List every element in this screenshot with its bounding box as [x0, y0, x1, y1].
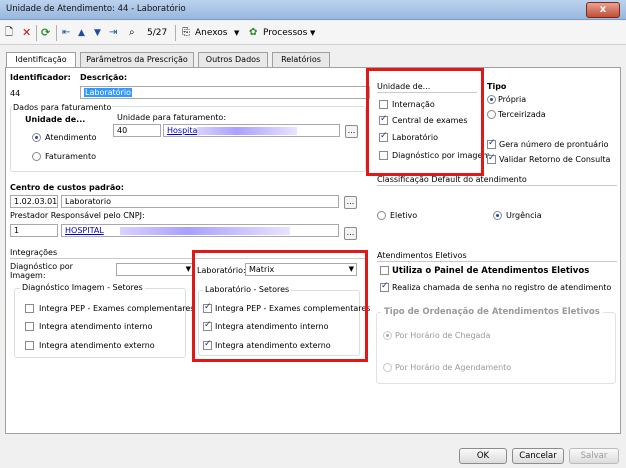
faturamento-radio-label: Faturamento — [45, 152, 96, 161]
refresh-icon[interactable]: ⟳ — [41, 25, 50, 41]
delete-icon[interactable]: ✕ — [22, 25, 31, 41]
diag-externo-label: Integra atendimento externo — [39, 341, 155, 350]
atendimento-radio[interactable] — [32, 133, 41, 142]
por-agendamento-label: Por Horário de Agendamento — [395, 363, 512, 372]
toolbar-separator — [175, 25, 176, 41]
centro-custos-code[interactable]: 1.02.03.01 — [10, 195, 58, 208]
close-button[interactable]: x — [586, 2, 620, 18]
title-bar: Unidade de Atendimento: 44 - Laboratório… — [0, 0, 626, 20]
eletivo-label: Eletivo — [390, 211, 418, 220]
centro-custos-lookup-button[interactable]: ... — [344, 196, 357, 209]
window-title: Unidade de Atendimento: 44 - Laboratório — [6, 4, 186, 14]
diag-pep-label: Integra PEP - Exames complementares — [39, 304, 195, 313]
unidade-faturamento-lookup-button[interactable]: ... — [345, 125, 358, 138]
descricao-input[interactable]: Laboratório — [80, 86, 370, 99]
centro-custos-name[interactable]: Laboratorio — [61, 195, 339, 208]
diagnostico-imagem-combo[interactable]: ▼ — [116, 263, 194, 276]
diag-pep-checkbox[interactable] — [25, 304, 34, 313]
next-record-icon[interactable]: ▼ — [94, 25, 101, 41]
por-agendamento-radio[interactable] — [383, 363, 392, 372]
prestador-lookup-button[interactable]: ... — [344, 227, 357, 240]
unidade-faturamento-code[interactable]: 40 — [113, 124, 161, 137]
descricao-value: Laboratório — [84, 88, 132, 97]
integracoes-title: Integrações — [10, 248, 58, 257]
faturamento-section-label: Dados para faturamento — [12, 103, 113, 112]
atendimento-radio-label: Atendimento — [45, 133, 97, 142]
cancelar-button[interactable]: Cancelar — [512, 448, 564, 464]
propria-radio[interactable] — [487, 95, 496, 104]
anexos-menu[interactable]: Anexos — [195, 25, 227, 41]
terceirizada-radio[interactable] — [487, 110, 496, 119]
processos-gear-icon: ✿ — [249, 27, 258, 38]
new-document-icon[interactable]: 🗋 — [5, 25, 13, 41]
processos-dropdown-icon[interactable]: ▼ — [310, 25, 315, 41]
eletivos-title: Atendimentos Eletivos — [377, 251, 467, 260]
toolbar: 🗋 ✕ ⟳ ⇤ ▲ ▼ ⇥ ⌕ 5/27 ⎘ Anexos ▼ ✿ Proces… — [0, 21, 626, 45]
redacted-text — [120, 227, 290, 235]
diagnostico-imagem-integracao-label: Diagnóstico por Imagem: — [10, 262, 73, 280]
last-record-icon[interactable]: ⇥ — [109, 25, 117, 41]
gera-prontuario-checkbox[interactable] — [487, 138, 496, 149]
highlight-box-laboratorio — [192, 250, 368, 362]
faturamento-radio[interactable] — [32, 152, 41, 161]
utiliza-painel-checkbox[interactable] — [380, 266, 389, 275]
classificacao-title: Classificação Default do atendimento — [377, 175, 527, 184]
toolbar-separator — [36, 25, 37, 41]
first-record-icon[interactable]: ⇤ — [62, 25, 70, 41]
gera-prontuario-label: Gera número de prontuário — [499, 140, 609, 149]
previous-record-icon[interactable]: ▲ — [78, 25, 85, 41]
identificador-label: Identificador: — [10, 73, 71, 82]
ok-button[interactable]: OK — [459, 448, 507, 464]
ordenacao-title: Tipo de Ordenação de Atendimentos Eletiv… — [381, 307, 603, 317]
urgencia-radio[interactable] — [493, 211, 502, 220]
paperclip-icon: ⎘ — [182, 27, 190, 38]
salvar-button[interactable]: Salvar — [569, 448, 619, 464]
search-binoculars-icon[interactable]: ⌕ — [129, 25, 135, 41]
prestador-code[interactable]: 1 — [10, 224, 58, 237]
realiza-senha-checkbox[interactable] — [380, 281, 389, 292]
por-chegada-radio[interactable] — [383, 331, 392, 340]
realiza-senha-label: Realiza chamada de senha no registro de … — [392, 283, 612, 292]
diagnostico-setores-title: Diagnóstico Imagem - Setores — [20, 283, 145, 292]
tab-relatorios[interactable]: Relatórios — [272, 52, 330, 67]
redacted-text — [197, 127, 297, 135]
validar-retorno-label: Validar Retorno de Consulta — [499, 155, 611, 164]
chevron-down-icon: ▼ — [185, 265, 191, 273]
unidade-faturamento-label: Unidade para faturamento: — [117, 113, 227, 122]
anexos-dropdown-icon[interactable]: ▼ — [234, 25, 239, 41]
prestador-link[interactable]: HOSPITAL — [65, 226, 104, 235]
identificador-value: 44 — [10, 89, 21, 98]
tab-identificacao[interactable]: Identificação — [6, 52, 76, 68]
tab-outros-dados[interactable]: Outros Dados — [198, 52, 268, 67]
utiliza-painel-label: Utiliza o Painel de Atendimentos Eletivo… — [392, 266, 590, 276]
divider — [377, 261, 617, 262]
validar-retorno-checkbox[interactable] — [487, 153, 496, 164]
highlight-box-unidade — [366, 68, 484, 176]
por-chegada-label: Por Horário de Chegada — [395, 331, 491, 340]
descricao-label: Descrição: — [80, 73, 128, 82]
diag-interno-label: Integra atendimento interno — [39, 322, 153, 331]
processos-menu[interactable]: Processos — [263, 25, 307, 41]
ordenacao-group — [376, 312, 616, 384]
propria-label: Própria — [498, 95, 527, 104]
tab-parametros-prescricao[interactable]: Parâmetros da Prescrição — [80, 52, 194, 67]
terceirizada-label: Terceirizada — [498, 110, 546, 119]
tipo-title: Tipo — [487, 82, 507, 91]
diag-interno-checkbox[interactable] — [25, 322, 34, 331]
prestador-label: Prestador Responsável pelo CNPJ: — [10, 211, 145, 220]
eletivo-radio[interactable] — [377, 211, 386, 220]
divider — [377, 185, 617, 186]
urgencia-label: Urgência — [506, 211, 542, 220]
unidade-faturamento-link[interactable]: Hospital — [167, 126, 200, 135]
centro-custos-label: Centro de custos padrão: — [10, 183, 124, 192]
toolbar-separator — [56, 25, 57, 41]
unidade-de-faturamento-label: Unidade de... — [25, 115, 86, 124]
record-pager: 5/27 — [147, 28, 168, 38]
diag-externo-checkbox[interactable] — [25, 341, 34, 350]
